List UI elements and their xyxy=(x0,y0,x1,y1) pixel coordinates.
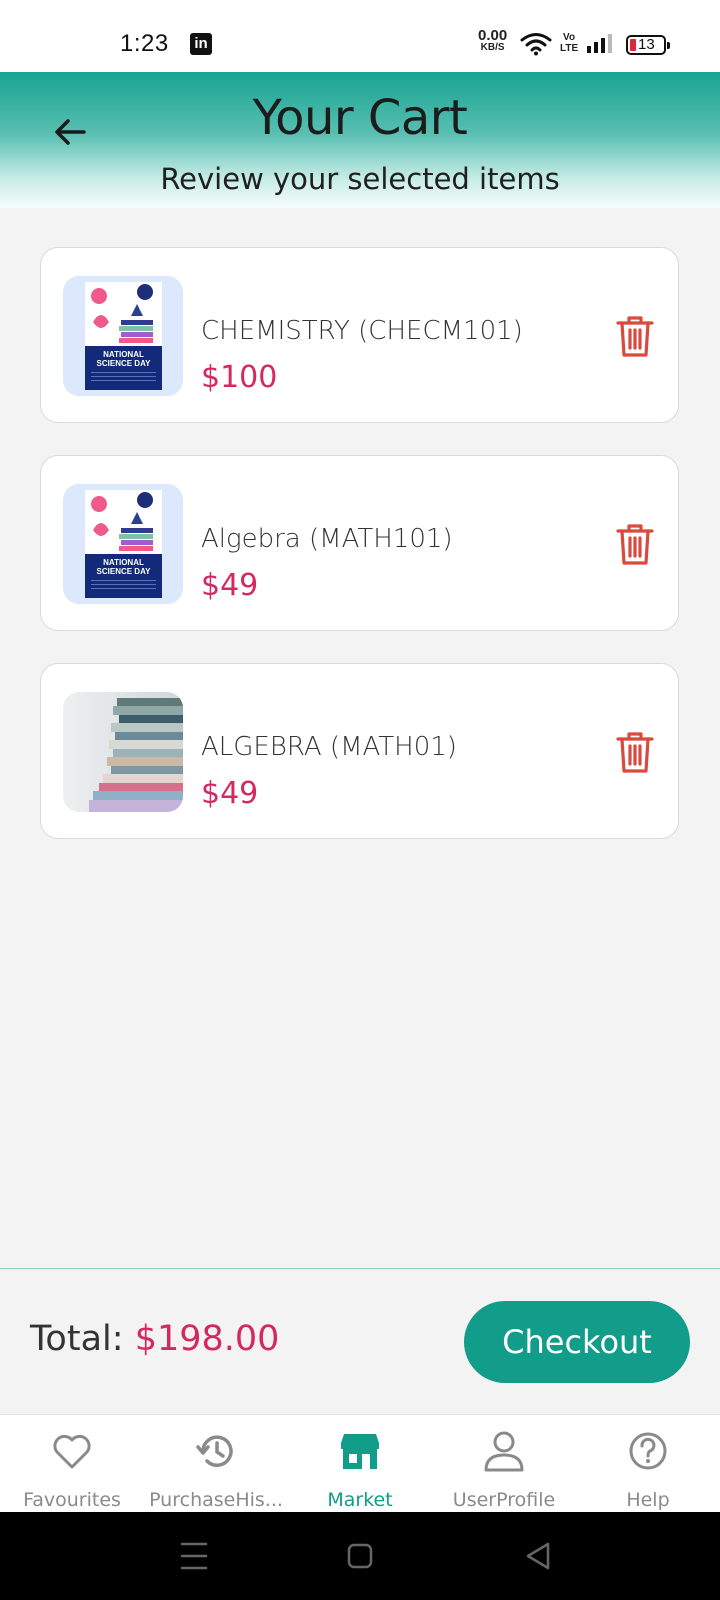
page-subtitle: Review your selected items xyxy=(160,162,560,196)
total-label: Total: xyxy=(30,1319,124,1359)
network-speed-value: 0.00 xyxy=(478,27,508,44)
linkedin-icon: in xyxy=(190,33,212,55)
item-price: $49 xyxy=(201,776,259,811)
wifi-icon xyxy=(520,33,552,56)
cart-item: NATIONAL SCIENCE DAY Algebra (MATH101) $4… xyxy=(40,455,679,631)
user-icon xyxy=(484,1431,524,1472)
cart-item: ALGEBRA (MATH01) $49 xyxy=(40,663,679,839)
battery-level xyxy=(630,39,636,51)
total: Total: $198.00 xyxy=(30,1319,279,1359)
nav-label-favourites: Favourites xyxy=(23,1489,121,1511)
item-name: Algebra (MATH101) xyxy=(201,524,453,554)
poster-text-national: NATIONAL xyxy=(103,558,144,567)
nav-label-help: Help xyxy=(626,1489,670,1511)
item-name: CHEMISTRY (CHECM101) xyxy=(201,316,523,346)
page-title: Your Cart xyxy=(252,90,468,146)
trash-icon xyxy=(616,316,654,357)
poster-text-national: NATIONAL xyxy=(103,350,144,359)
delete-item-button[interactable] xyxy=(615,314,655,358)
checkout-button[interactable]: Checkout xyxy=(464,1301,690,1383)
system-navigation-bar xyxy=(0,1512,720,1600)
nav-label-user-profile: UserProfile xyxy=(452,1489,556,1511)
status-time: 1:23 xyxy=(120,30,169,57)
menu-icon[interactable] xyxy=(134,1512,254,1600)
national-science-day-poster: NATIONAL SCIENCE DAY xyxy=(63,276,183,396)
nav-help[interactable]: Help xyxy=(576,1415,720,1513)
help-icon xyxy=(629,1432,667,1470)
cart-header: Your Cart Review your selected items xyxy=(0,72,720,208)
cart-summary: Total: $198.00 Checkout xyxy=(0,1268,720,1414)
home-icon[interactable] xyxy=(300,1512,420,1600)
cart-item: NATIONAL SCIENCE DAY CHEMISTRY (CHECM101)… xyxy=(40,247,679,423)
history-icon xyxy=(196,1435,233,1467)
heart-icon xyxy=(53,1434,91,1469)
nav-favourites[interactable]: Favourites xyxy=(0,1415,144,1513)
battery-icon: 13 xyxy=(626,35,670,55)
nav-label-market: Market xyxy=(327,1489,393,1511)
item-name: ALGEBRA (MATH01) xyxy=(201,732,457,762)
total-value: $198.00 xyxy=(134,1319,280,1359)
nav-user-profile[interactable]: UserProfile xyxy=(432,1415,576,1513)
delete-item-button[interactable] xyxy=(615,522,655,566)
item-price: $100 xyxy=(201,360,278,395)
signal-icon xyxy=(587,34,612,53)
national-science-day-poster: NATIONAL SCIENCE DAY xyxy=(63,484,183,604)
bottom-navigation: Favourites PurchaseHis... Market UserPro… xyxy=(0,1414,720,1512)
delete-item-button[interactable] xyxy=(615,730,655,774)
nav-label-purchase-history: PurchaseHis... xyxy=(149,1489,283,1511)
science-illustration xyxy=(91,284,153,343)
network-speed: 0.00 KB/S xyxy=(478,27,508,54)
network-speed-unit: KB/S xyxy=(480,42,505,53)
poster-text-science-day: SCIENCE DAY xyxy=(96,359,151,368)
battery-percent: 13 xyxy=(638,36,655,53)
trash-icon xyxy=(616,732,654,773)
science-illustration xyxy=(91,492,153,551)
volte-indicator: Vo LTE xyxy=(560,32,578,54)
nav-market[interactable]: Market xyxy=(288,1415,432,1513)
store-icon xyxy=(341,1434,379,1469)
stack-of-books-photo xyxy=(63,692,183,812)
item-price: $49 xyxy=(201,568,259,603)
status-bar: 1:23 in 0.00 KB/S Vo LTE 13 xyxy=(0,0,720,72)
back-triangle-icon[interactable] xyxy=(478,1512,598,1600)
trash-icon xyxy=(616,524,654,565)
poster-text-science-day: SCIENCE DAY xyxy=(96,567,151,576)
volte-top: Vo xyxy=(563,32,576,43)
volte-bottom: LTE xyxy=(560,43,579,54)
nav-purchase-history[interactable]: PurchaseHis... xyxy=(144,1415,288,1513)
